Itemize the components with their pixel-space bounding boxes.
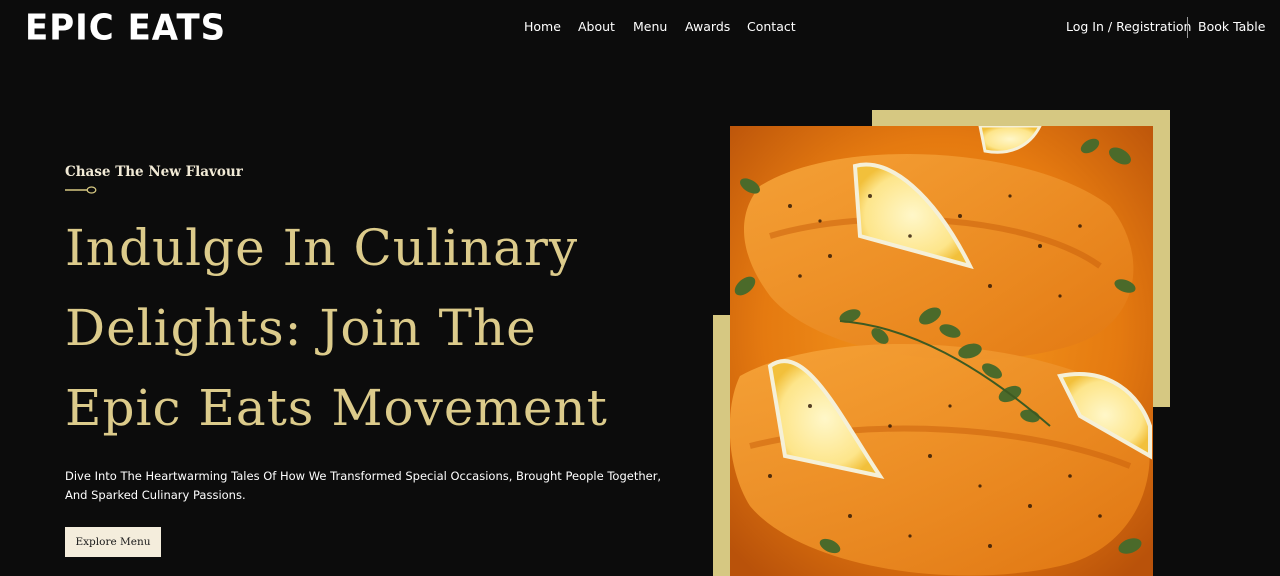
description-line: Dive Into The Heartwarming Tales Of How …	[65, 469, 662, 483]
headline-line: Epic Eats Movement	[65, 379, 608, 437]
headline-line: Indulge In Culinary	[65, 219, 579, 277]
hero-food-image	[730, 126, 1153, 576]
hero-description: Dive Into The Heartwarming Tales Of How …	[65, 467, 665, 505]
explore-menu-button[interactable]: Explore Menu	[65, 527, 161, 557]
landing-page: EPIC EATS Home About Menu Awards Contact…	[0, 0, 1280, 576]
login-registration-link[interactable]: Log In / Registration	[1066, 18, 1191, 36]
nav-divider	[1187, 17, 1188, 38]
nav-contact-link[interactable]: Contact	[747, 18, 796, 36]
nav-home-link[interactable]: Home	[524, 18, 561, 36]
nav-menu-link[interactable]: Menu	[633, 18, 667, 36]
book-table-link[interactable]: Book Table	[1198, 18, 1265, 36]
nav-awards-link[interactable]: Awards	[685, 18, 730, 36]
hero-eyebrow: Chase The New Flavour	[65, 164, 243, 180]
salmon-dish-illustration	[730, 126, 1153, 576]
nav-about-link[interactable]: About	[578, 18, 615, 36]
hero-headline: Indulge In Culinary Delights: Join The E…	[65, 208, 665, 448]
description-line: And Sparked Culinary Passions.	[65, 488, 246, 502]
spoon-icon	[65, 186, 97, 194]
main-nav: Home About Menu Awards Contact Log In / …	[0, 17, 1280, 38]
headline-line: Delights: Join The	[65, 299, 537, 357]
